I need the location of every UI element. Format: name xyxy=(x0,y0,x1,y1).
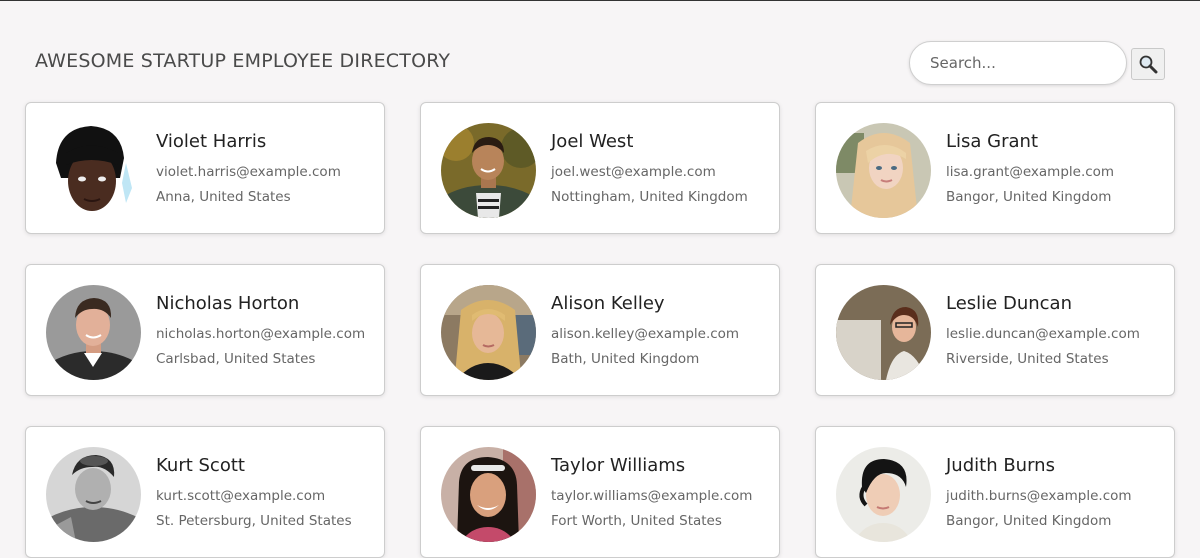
employee-email: violet.harris@example.com xyxy=(156,164,341,180)
employee-location: Carlsbad, United States xyxy=(156,351,316,367)
employee-email: kurt.scott@example.com xyxy=(156,488,326,504)
employee-name: Violet Harris xyxy=(156,131,267,152)
magnifier-icon xyxy=(1139,55,1158,74)
avatar xyxy=(46,285,141,380)
employee-name: Kurt Scott xyxy=(156,455,245,476)
employee-location: Bangor, United Kingdom xyxy=(946,189,1112,205)
avatar xyxy=(441,285,536,380)
employee-location: Anna, United States xyxy=(156,189,291,205)
employee-email: joel.west@example.com xyxy=(551,164,716,180)
employee-card[interactable]: Kurt Scott kurt.scott@example.com St. Pe… xyxy=(25,426,385,558)
page-title: AWESOME STARTUP EMPLOYEE DIRECTORY xyxy=(35,50,451,72)
employee-grid: Violet Harris violet.harris@example.com … xyxy=(25,102,1175,558)
employee-email: nicholas.horton@example.com xyxy=(156,326,366,342)
employee-email: alison.kelley@example.com xyxy=(551,326,740,342)
employee-location: Nottingham, United Kingdom xyxy=(551,189,748,205)
avatar xyxy=(441,447,536,542)
employee-card[interactable]: Violet Harris violet.harris@example.com … xyxy=(25,102,385,234)
employee-location: Fort Worth, United States xyxy=(551,513,722,529)
employee-location: Bangor, United Kingdom xyxy=(946,513,1112,529)
avatar xyxy=(836,285,931,380)
employee-name: Alison Kelley xyxy=(551,293,665,314)
employee-card[interactable]: Leslie Duncan leslie.duncan@example.com … xyxy=(815,264,1175,396)
employee-email: judith.burns@example.com xyxy=(946,488,1132,504)
avatar xyxy=(46,447,141,542)
employee-card[interactable]: Lisa Grant lisa.grant@example.com Bangor… xyxy=(815,102,1175,234)
avatar xyxy=(836,123,931,218)
employee-location: Bath, United Kingdom xyxy=(551,351,700,367)
employee-name: Leslie Duncan xyxy=(946,293,1072,314)
search-button[interactable] xyxy=(1131,48,1165,80)
employee-name: Taylor Williams xyxy=(551,455,686,476)
employee-email: taylor.williams@example.com xyxy=(551,488,753,504)
employee-location: Riverside, United States xyxy=(946,351,1109,367)
avatar xyxy=(46,123,141,218)
avatar xyxy=(836,447,931,542)
avatar xyxy=(441,123,536,218)
employee-card[interactable]: Taylor Williams taylor.williams@example.… xyxy=(420,426,780,558)
employee-card[interactable]: Nicholas Horton nicholas.horton@example.… xyxy=(25,264,385,396)
page-header: AWESOME STARTUP EMPLOYEE DIRECTORY xyxy=(0,0,1200,100)
employee-card[interactable]: Joel West joel.west@example.com Nottingh… xyxy=(420,102,780,234)
employee-email: leslie.duncan@example.com xyxy=(946,326,1140,342)
employee-name: Joel West xyxy=(551,131,634,152)
employee-name: Nicholas Horton xyxy=(156,293,300,314)
employee-name: Judith Burns xyxy=(946,455,1055,476)
employee-card[interactable]: Judith Burns judith.burns@example.com Ba… xyxy=(815,426,1175,558)
employee-card[interactable]: Alison Kelley alison.kelley@example.com … xyxy=(420,264,780,396)
employee-location: St. Petersburg, United States xyxy=(156,513,352,529)
employee-email: lisa.grant@example.com xyxy=(946,164,1115,180)
employee-name: Lisa Grant xyxy=(946,131,1039,152)
search-input[interactable] xyxy=(909,41,1127,85)
